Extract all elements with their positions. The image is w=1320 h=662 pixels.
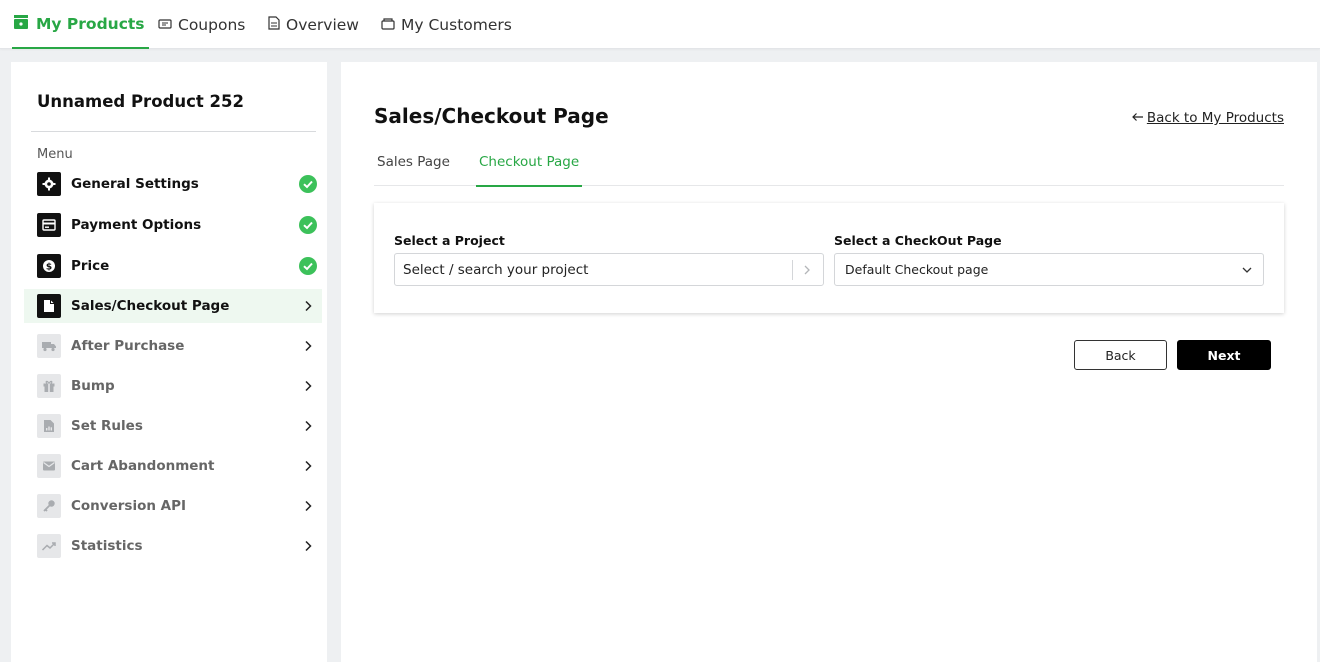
back-button[interactable]: Back [1074, 340, 1167, 370]
report-icon [37, 414, 61, 438]
key-icon [37, 494, 61, 518]
dollar-icon: $ [37, 254, 61, 278]
chevron-right-icon [799, 262, 815, 278]
sidebar-item-label: Cart Abandonment [71, 458, 215, 474]
sidebar-item-general-settings[interactable]: General Settings [24, 167, 322, 201]
product-title: Unnamed Product 252 [37, 92, 244, 111]
sidebar-item-label: Sales/Checkout Page [71, 298, 230, 314]
chevron-right-icon [299, 497, 317, 515]
page-icon [37, 294, 61, 318]
truck-icon [37, 334, 61, 358]
main-panel: Sales/Checkout Page Back to My Products … [341, 62, 1317, 662]
tab-my-products[interactable]: My Products [12, 0, 149, 49]
document-icon [268, 15, 280, 34]
back-link-label: Back to My Products [1146, 110, 1284, 126]
card-icon [37, 213, 61, 237]
sidebar-item-label: General Settings [71, 176, 199, 192]
tab-label: My Products [36, 14, 145, 33]
checkout-settings-card: Select a Project Select / search your pr… [374, 203, 1284, 313]
gift-icon [37, 374, 61, 398]
tab-my-customers[interactable]: My Customers [381, 0, 512, 49]
sidebar-item-label: Payment Options [71, 217, 202, 233]
checkout-field-label: Select a CheckOut Page [834, 233, 1002, 248]
tab-label: Overview [286, 15, 359, 34]
chevron-right-icon [299, 297, 317, 315]
tab-checkout-page[interactable]: Checkout Page [476, 154, 583, 187]
mail-icon [37, 454, 61, 478]
sidebar-item-label: After Purchase [71, 338, 185, 354]
sidebar-item-price[interactable]: $ Price [24, 249, 322, 283]
tab-coupons[interactable]: Coupons [158, 0, 245, 49]
back-to-products-link[interactable]: Back to My Products [1131, 110, 1284, 126]
customers-icon [381, 16, 395, 34]
sidebar-item-set-rules[interactable]: Set Rules [24, 409, 322, 443]
tab-overview[interactable]: Overview [268, 0, 359, 49]
sidebar-item-bump[interactable]: Bump [24, 369, 322, 403]
store-icon [12, 13, 30, 35]
check-circle-icon [299, 257, 317, 275]
select-divider [792, 260, 793, 280]
ticket-icon [158, 16, 172, 34]
chevron-right-icon [299, 537, 317, 555]
sidebar-item-label: Set Rules [71, 418, 143, 434]
checkout-select-value: Default Checkout page [845, 262, 989, 277]
svg-text:$: $ [46, 263, 52, 273]
sidebar-item-payment-options[interactable]: Payment Options [24, 208, 322, 242]
checkout-page-select[interactable]: Default Checkout page [834, 253, 1264, 286]
next-button[interactable]: Next [1177, 340, 1271, 370]
check-circle-icon [299, 175, 317, 193]
trend-icon [37, 534, 61, 558]
gear-icon [37, 172, 61, 196]
sidebar-item-statistics[interactable]: Statistics [24, 529, 322, 563]
sidebar-item-label: Price [71, 258, 110, 274]
divider [31, 131, 316, 132]
chevron-down-icon [1239, 262, 1255, 278]
sidebar-item-label: Statistics [71, 538, 143, 554]
sidebar-item-sales-checkout-page[interactable]: Sales/Checkout Page [24, 289, 322, 323]
arrow-left-icon [1131, 110, 1144, 126]
chevron-right-icon [299, 377, 317, 395]
check-circle-icon [299, 216, 317, 234]
sidebar-item-cart-abandonment[interactable]: Cart Abandonment [24, 449, 322, 483]
sidebar-item-after-purchase[interactable]: After Purchase [24, 329, 322, 363]
project-field-label: Select a Project [394, 233, 505, 248]
tab-label: Coupons [178, 15, 246, 34]
project-select-value: Select / search your project [403, 261, 589, 278]
tab-sales-page[interactable]: Sales Page [377, 154, 450, 186]
subtabs: Sales Page Checkout Page [374, 148, 1284, 187]
chevron-right-icon [299, 417, 317, 435]
tab-label: My Customers [401, 15, 512, 34]
project-select[interactable]: Select / search your project [394, 253, 824, 286]
top-navigation: My Products Coupons Overview My Customer… [0, 0, 1320, 49]
sidebar-item-label: Bump [71, 378, 115, 394]
sidebar: Unnamed Product 252 Menu General Setting… [11, 62, 327, 662]
page-title: Sales/Checkout Page [374, 104, 609, 128]
menu-label: Menu [37, 147, 73, 162]
chevron-right-icon [299, 457, 317, 475]
sidebar-item-label: Conversion API [71, 498, 187, 514]
sidebar-item-conversion-api[interactable]: Conversion API [24, 489, 322, 523]
chevron-right-icon [299, 337, 317, 355]
